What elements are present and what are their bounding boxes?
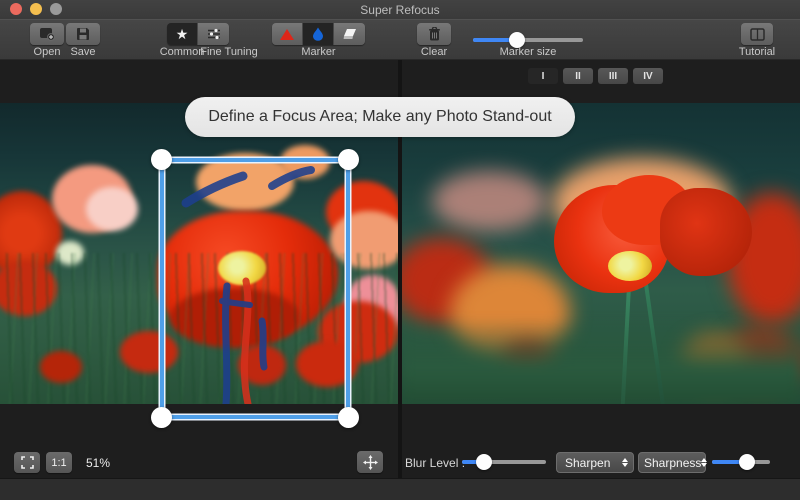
- toolbar: Open Save ★ Common Fine Tuning: [0, 19, 800, 60]
- tune-lines-icon: [207, 28, 221, 40]
- slider-knob[interactable]: [739, 454, 755, 470]
- mode-segmented-control: ★: [167, 23, 229, 45]
- preview-photo-canvas[interactable]: [402, 103, 800, 404]
- red-marker-button[interactable]: [272, 23, 303, 45]
- focus-handle-top-right[interactable]: [338, 149, 359, 170]
- star-icon: ★: [176, 27, 189, 41]
- tutorial-label: Tutorial: [733, 46, 781, 58]
- view-mode-tabs: I II III IV: [528, 68, 663, 84]
- marker-size-label: Marker size: [473, 46, 583, 58]
- marker-segmented-control: [272, 23, 365, 45]
- sharpness-slider[interactable]: [712, 454, 770, 470]
- photo-add-icon: [39, 27, 55, 41]
- view-tab-4[interactable]: IV: [633, 68, 663, 84]
- save-label: Save: [64, 46, 102, 58]
- focus-handle-top-left[interactable]: [151, 149, 172, 170]
- slider-knob[interactable]: [476, 454, 492, 470]
- one-to-one-label: 1:1: [51, 457, 66, 469]
- trash-icon: [428, 27, 441, 41]
- clear-label: Clear: [413, 46, 455, 58]
- focus-area-rectangle[interactable]: [160, 158, 350, 419]
- blur-level-slider[interactable]: [462, 454, 546, 470]
- zoom-percentage: 51%: [86, 456, 110, 470]
- save-button[interactable]: [66, 23, 100, 45]
- blue-marker-button[interactable]: [303, 23, 334, 45]
- one-to-one-button[interactable]: 1:1: [46, 452, 72, 473]
- view-tab-1[interactable]: I: [528, 68, 558, 84]
- hint-banner: Define a Focus Area; Make any Photo Stan…: [185, 97, 575, 137]
- fit-screen-icon: [21, 456, 34, 469]
- sharpen-dropdown-value: Sharpen: [565, 456, 610, 470]
- floppy-disk-icon: [76, 27, 90, 41]
- main-area: I II III IV Define a Focus Area; Make an…: [0, 60, 800, 478]
- focus-handle-bottom-right[interactable]: [338, 407, 359, 428]
- clear-button[interactable]: [417, 23, 451, 45]
- chevron-up-down-icon: [622, 458, 628, 467]
- fine-tuning-label: Fine Tuning: [198, 46, 260, 58]
- window-bottom-strip: [0, 478, 800, 500]
- red-triangle-icon: [280, 29, 294, 40]
- window-title: Super Refocus: [0, 3, 800, 17]
- view-tab-2[interactable]: II: [563, 68, 593, 84]
- eraser-marker-button[interactable]: [334, 23, 365, 45]
- fine-tuning-mode-button[interactable]: [198, 23, 229, 45]
- book-icon: [750, 28, 765, 41]
- app-window: Super Refocus Open Save ★ Common: [0, 0, 800, 500]
- marker-label: Marker: [272, 46, 365, 58]
- view-tab-3[interactable]: III: [598, 68, 628, 84]
- pan-move-button[interactable]: [357, 451, 383, 473]
- focus-handle-bottom-left[interactable]: [151, 407, 172, 428]
- open-button[interactable]: [30, 23, 64, 45]
- open-label: Open: [28, 46, 66, 58]
- title-bar: Super Refocus: [0, 0, 800, 19]
- tutorial-button[interactable]: [741, 23, 773, 45]
- chevron-up-down-icon: [701, 458, 707, 467]
- eraser-icon: [343, 28, 357, 40]
- common-mode-button[interactable]: ★: [167, 23, 198, 45]
- blur-level-label: Blur Level :: [405, 456, 465, 470]
- sharpness-dropdown-value: Sharpness: [644, 456, 701, 470]
- fit-screen-button[interactable]: [14, 452, 40, 473]
- sharpen-dropdown[interactable]: Sharpen: [556, 452, 634, 473]
- blue-droplet-icon: [312, 27, 324, 41]
- sharpness-dropdown[interactable]: Sharpness: [638, 452, 706, 473]
- move-arrows-icon: [363, 455, 378, 470]
